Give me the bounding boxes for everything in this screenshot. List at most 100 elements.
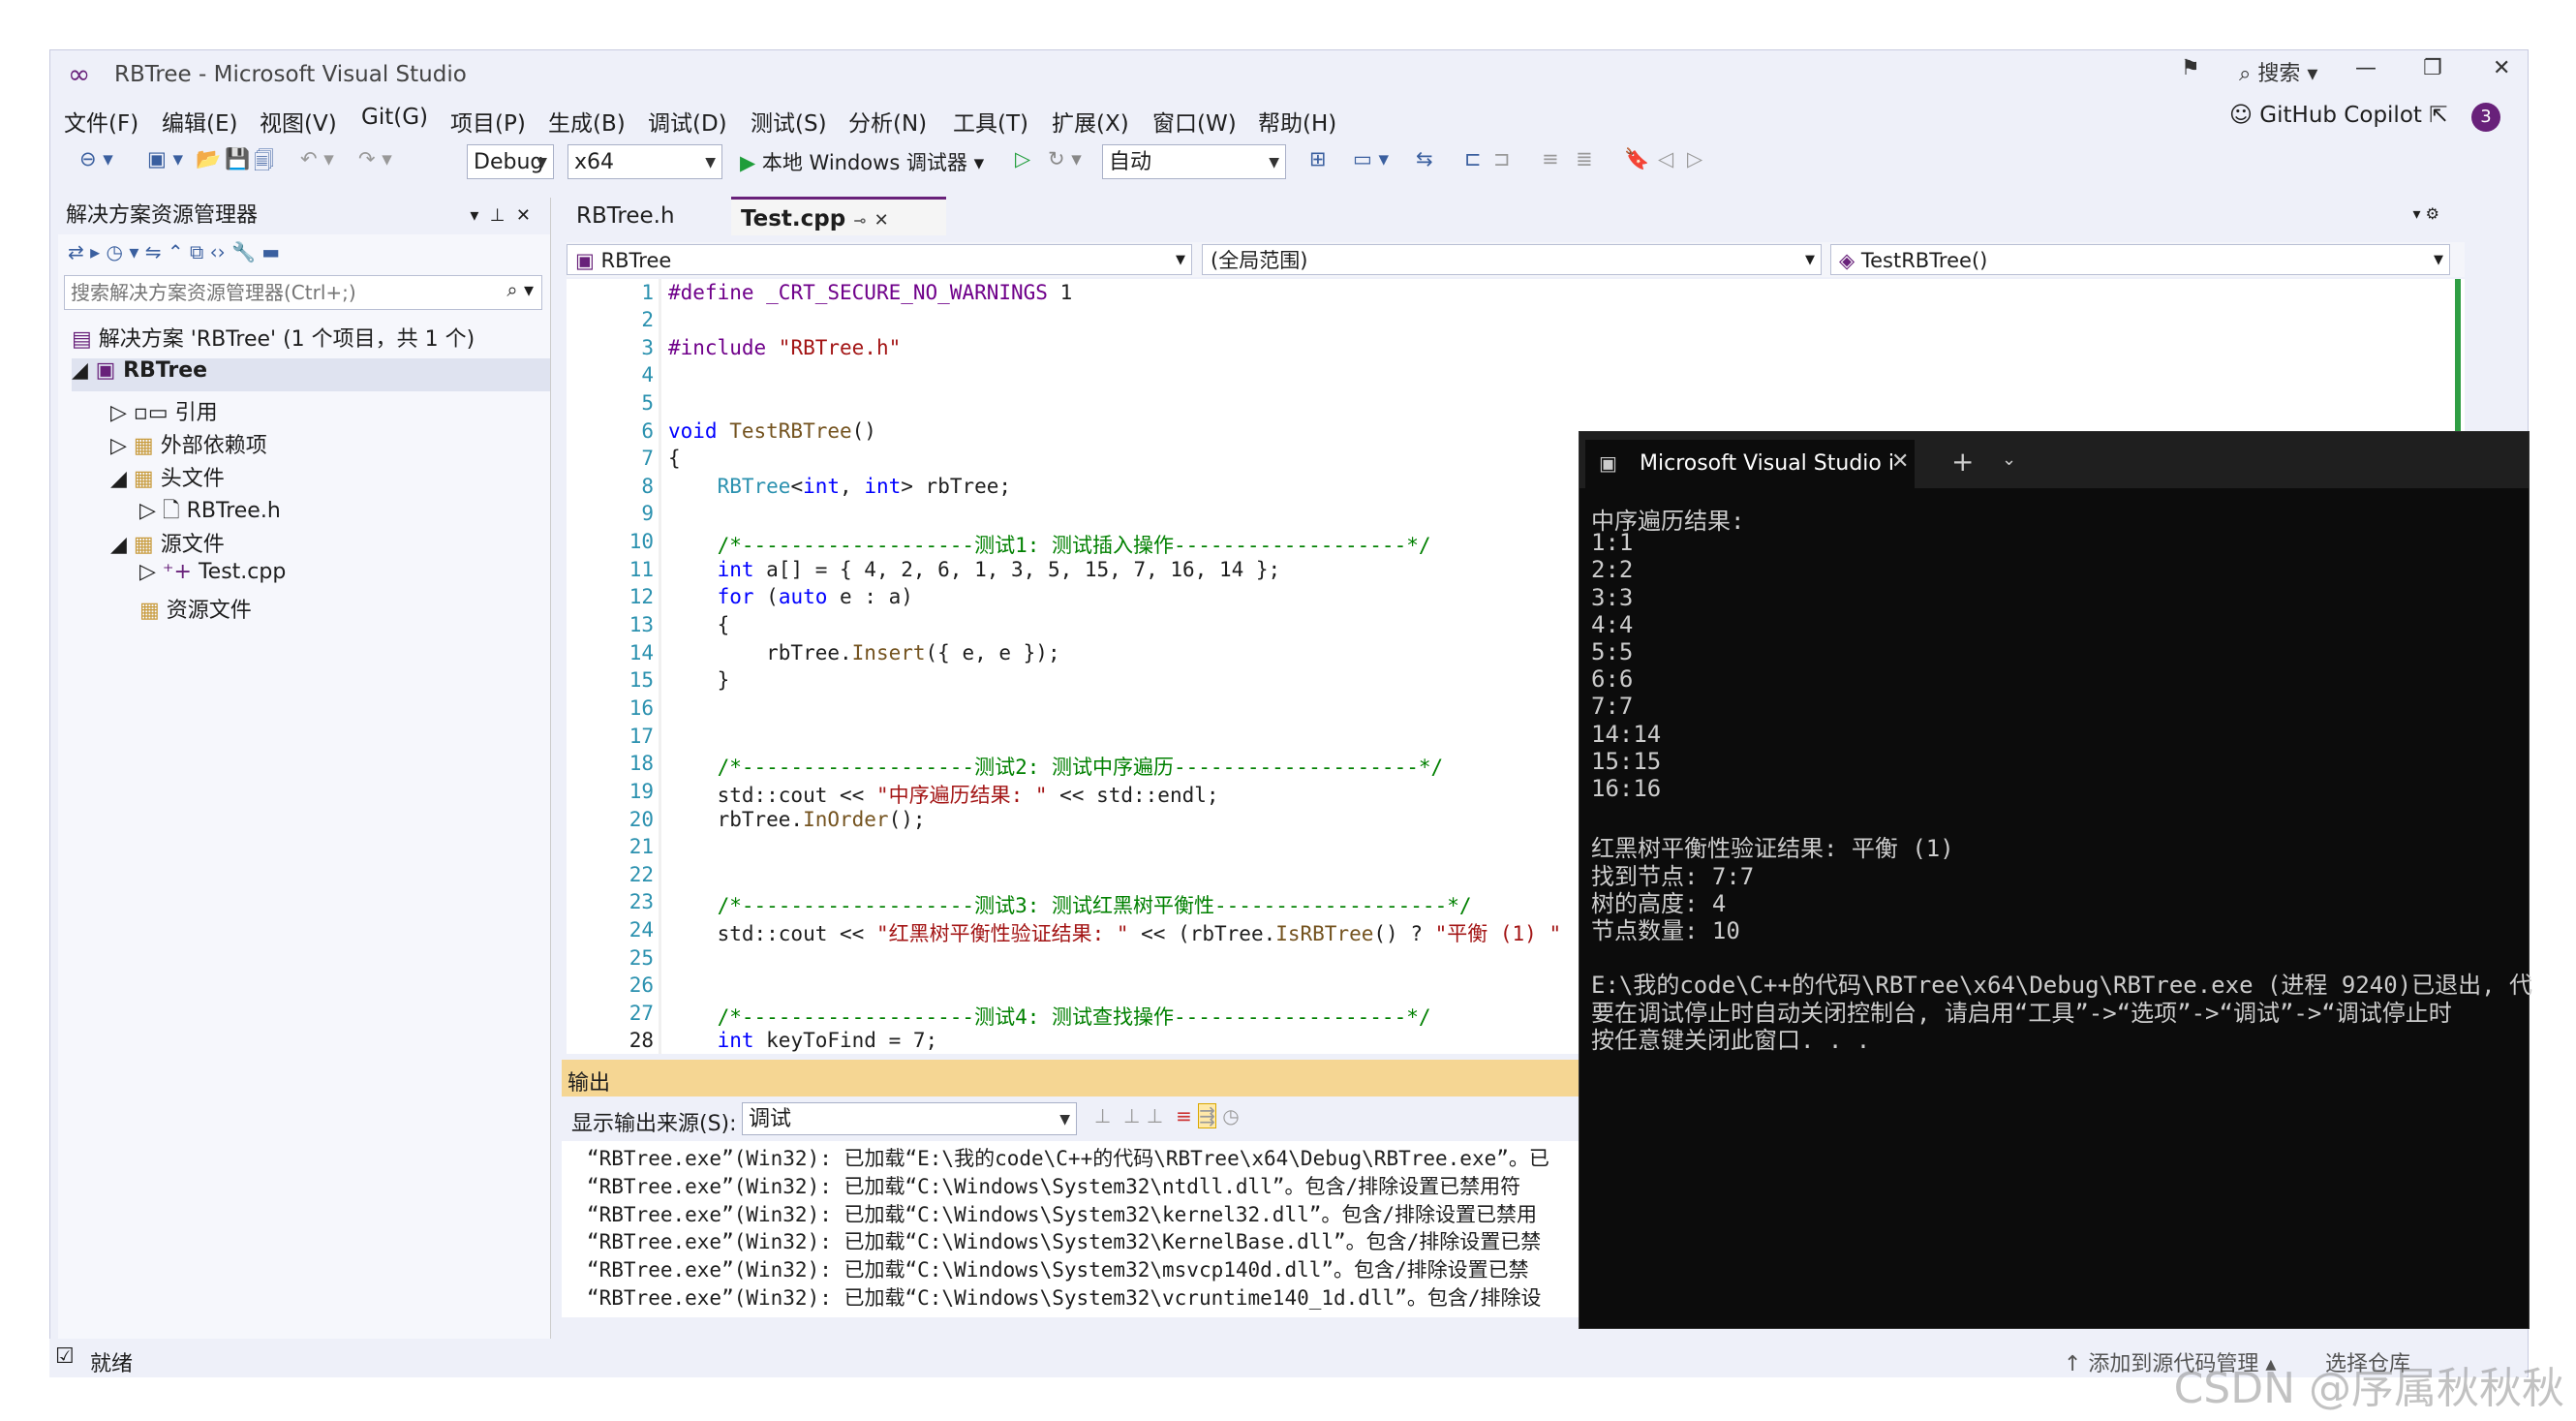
token: for xyxy=(717,585,754,608)
solution-search-box[interactable]: ⌕ ▾ xyxy=(64,275,542,310)
output-line: “RBTree.exe”(Win32): 已加载“C:\Windows\Syst… xyxy=(587,1230,1542,1253)
panel-pin-close-icons[interactable]: ▾ ⊥ ✕ xyxy=(470,198,531,234)
menu-project[interactable]: 项目(P) xyxy=(450,105,526,138)
save-icon[interactable]: 💾 xyxy=(225,147,250,171)
token: _CRT_SECURE_NO_WARNINGS xyxy=(766,281,1048,304)
menu-git[interactable]: Git(G) xyxy=(361,105,428,130)
output-source-select[interactable]: 调试 ▼ xyxy=(742,1102,1077,1135)
tree-source-files[interactable]: ◢ ▦ 源文件 xyxy=(110,527,225,558)
configuration-select[interactable]: Debug ▼ xyxy=(467,144,554,179)
chevron-down-icon: ▼ xyxy=(1805,253,1815,267)
output-text[interactable]: “RBTree.exe”(Win32): 已加载“E:\我的code\C++的代… xyxy=(562,1141,1588,1317)
close-icon[interactable]: ✕ xyxy=(1891,449,1909,474)
expand-arrow-icon: ◢ xyxy=(72,358,88,383)
menu-tools[interactable]: 工具(T) xyxy=(953,105,1028,138)
bookmark-prev-icon[interactable]: ◁ xyxy=(1658,147,1673,170)
chevron-down-icon[interactable]: ⌄ xyxy=(2002,449,2016,470)
run-label: 本地 Windows 调试器 xyxy=(761,151,967,174)
tree-resource-files[interactable]: ▦ 资源文件 xyxy=(139,593,252,624)
redo-icon[interactable]: ↷ ▾ xyxy=(358,147,392,170)
auto-select[interactable]: 自动 ▼ xyxy=(1102,144,1286,179)
folder-icon: ▦ xyxy=(133,467,154,491)
close-icon[interactable]: ✕ xyxy=(874,210,889,231)
token: 1 xyxy=(1047,281,1073,304)
search-button[interactable]: ⌕ 搜索 ▾ xyxy=(2239,56,2317,87)
notification-badge[interactable]: 3 xyxy=(2471,103,2500,132)
menu-debug[interactable]: 调试(D) xyxy=(648,105,727,138)
nav-project-value: RBTree xyxy=(600,249,672,272)
save-all-icon[interactable]: 🗐 xyxy=(254,147,274,181)
play-icon: ▶ xyxy=(740,151,756,174)
nav-scope-select[interactable]: (全局范围) ▼ xyxy=(1202,244,1822,275)
tree-file-rbtree-h[interactable]: ▷ 🗋 RBTree.h xyxy=(139,494,281,531)
start-debugging-button[interactable]: ▶ 本地 Windows 调试器 ▾ xyxy=(740,147,984,176)
menu-edit[interactable]: 编辑(E) xyxy=(162,105,237,138)
code-line-14: rbTree.Insert({ e, e }); xyxy=(668,641,1059,664)
undo-icon[interactable]: ↶ ▾ xyxy=(300,147,334,170)
window-layout-icon[interactable]: ▭ ▾ xyxy=(1353,147,1389,170)
comment-icon[interactable]: ≡ xyxy=(1542,147,1559,170)
new-project-icon[interactable]: ▣ ▾ xyxy=(147,147,183,170)
bookmark-next-icon[interactable]: ▷ xyxy=(1687,147,1702,170)
token: (); xyxy=(888,808,926,831)
menu-help[interactable]: 帮助(H) xyxy=(1258,105,1336,138)
tree-header-files[interactable]: ◢ ▦ 头文件 xyxy=(110,461,225,492)
menu-window[interactable]: 窗口(W) xyxy=(1152,105,1237,138)
nav-project-select[interactable]: ▣ RBTree ▼ xyxy=(567,244,1192,275)
chevron-down-icon: ▼ xyxy=(1269,155,1279,170)
line-number: 15 xyxy=(629,668,654,692)
menu-extensions[interactable]: 扩展(X) xyxy=(1052,105,1129,138)
tree-references[interactable]: ▷ ▫▭ 引用 xyxy=(110,395,218,426)
share-icon: ⇱ xyxy=(2429,103,2448,128)
menu-file[interactable]: 文件(F) xyxy=(64,105,138,138)
align-icon[interactable]: ⊏ xyxy=(1464,147,1482,170)
uncomment-icon[interactable]: ≣ xyxy=(1576,147,1593,170)
tree-file-test-cpp[interactable]: ▷ ⁺+ Test.cpp xyxy=(139,560,286,584)
folder-icon: ▦ xyxy=(133,533,154,557)
console-line: 3:3 xyxy=(1591,583,1634,611)
menu-test[interactable]: 测试(S) xyxy=(751,105,827,138)
platform-select[interactable]: x64 ▼ xyxy=(567,144,722,179)
line-number: 27 xyxy=(629,1002,654,1025)
open-folder-icon[interactable]: 📂 xyxy=(196,147,221,171)
bookmark-icon[interactable]: 🔖 xyxy=(1624,147,1649,171)
restore-button[interactable]: ❐ xyxy=(2423,56,2442,80)
back-icon[interactable]: ⊖ ▾ xyxy=(79,147,113,170)
pin-icon[interactable]: ⊸ xyxy=(853,211,866,230)
solution-toolbar[interactable]: ⇄ ▸ ◷ ▾ ⇋ ⌃ ⧉ ‹› 🔧 ▬ xyxy=(68,240,280,263)
start-without-debugging-icon[interactable]: ▷ xyxy=(1015,147,1030,170)
line-number: 9 xyxy=(641,502,654,525)
title-bar: ∞ RBTree - Microsoft Visual Studio ⚑ ⌕ 搜… xyxy=(50,50,2528,99)
nav-scope-value: (全局范围) xyxy=(1211,249,1308,272)
tree-solution[interactable]: ▤ 解决方案 'RBTree' (1 个项目，共 1 个) xyxy=(72,322,475,353)
menu-analyze[interactable]: 分析(N) xyxy=(848,105,927,138)
github-copilot-button[interactable]: ☺ GitHub Copilot ⇱ xyxy=(2229,103,2448,128)
code-line-10: /*-------------------测试1: 测试插入操作--------… xyxy=(668,534,1431,557)
browse-icon[interactable]: ⊞ xyxy=(1309,147,1327,170)
output-tools-icons[interactable]: ⊥ ⊥ ⊥ ≡ ⇶ ◷ xyxy=(1094,1103,1240,1128)
close-button[interactable]: ✕ xyxy=(2493,56,2510,80)
menu-view[interactable]: 视图(V) xyxy=(260,105,337,138)
member-icon: ◈ xyxy=(1839,249,1855,272)
tree-label: RBTree xyxy=(123,358,208,383)
folder-icon: ▦ xyxy=(133,434,154,458)
debug-console-window[interactable]: ▣ Microsoft Visual Studio i ✕ + ⌄ 中序遍历结果… xyxy=(1579,431,2532,1329)
hot-reload-icon[interactable]: ↻ ▾ xyxy=(1048,147,1082,170)
tree-external-deps[interactable]: ▷ ▦ 外部依赖项 xyxy=(110,428,267,459)
console-tab[interactable]: ▣ Microsoft Visual Studio i ✕ xyxy=(1585,440,1915,488)
tree-project-rbtree[interactable]: ◢ ▣ RBTree xyxy=(72,358,550,391)
minimize-button[interactable]: — xyxy=(2355,56,2377,80)
tab-rbtree-h[interactable]: RBTree.h xyxy=(567,197,729,235)
step-icon[interactable]: ⇆ xyxy=(1416,147,1433,170)
tab-test-cpp[interactable]: Test.cpp ⊸ ✕ xyxy=(731,197,946,235)
menu-build[interactable]: 生成(B) xyxy=(548,105,626,138)
solution-search-input[interactable] xyxy=(65,276,499,309)
line-number: 16 xyxy=(629,696,654,720)
nav-member-select[interactable]: ◈ TestRBTree() ▼ xyxy=(1830,244,2450,275)
output-toolbar: 显示输出来源(S): 调试 ▼ ⊥ ⊥ ⊥ ≡ ⇶ ◷ xyxy=(562,1097,1588,1141)
search-icon: ⌕ ▾ xyxy=(506,278,534,301)
new-tab-icon[interactable]: + xyxy=(1951,446,1974,478)
feedback-icon[interactable]: ⚑ xyxy=(2181,56,2200,80)
align-right-icon[interactable]: ⊐ xyxy=(1493,147,1511,170)
tab-overflow-icon[interactable]: ▾ ⚙ xyxy=(2413,204,2439,223)
